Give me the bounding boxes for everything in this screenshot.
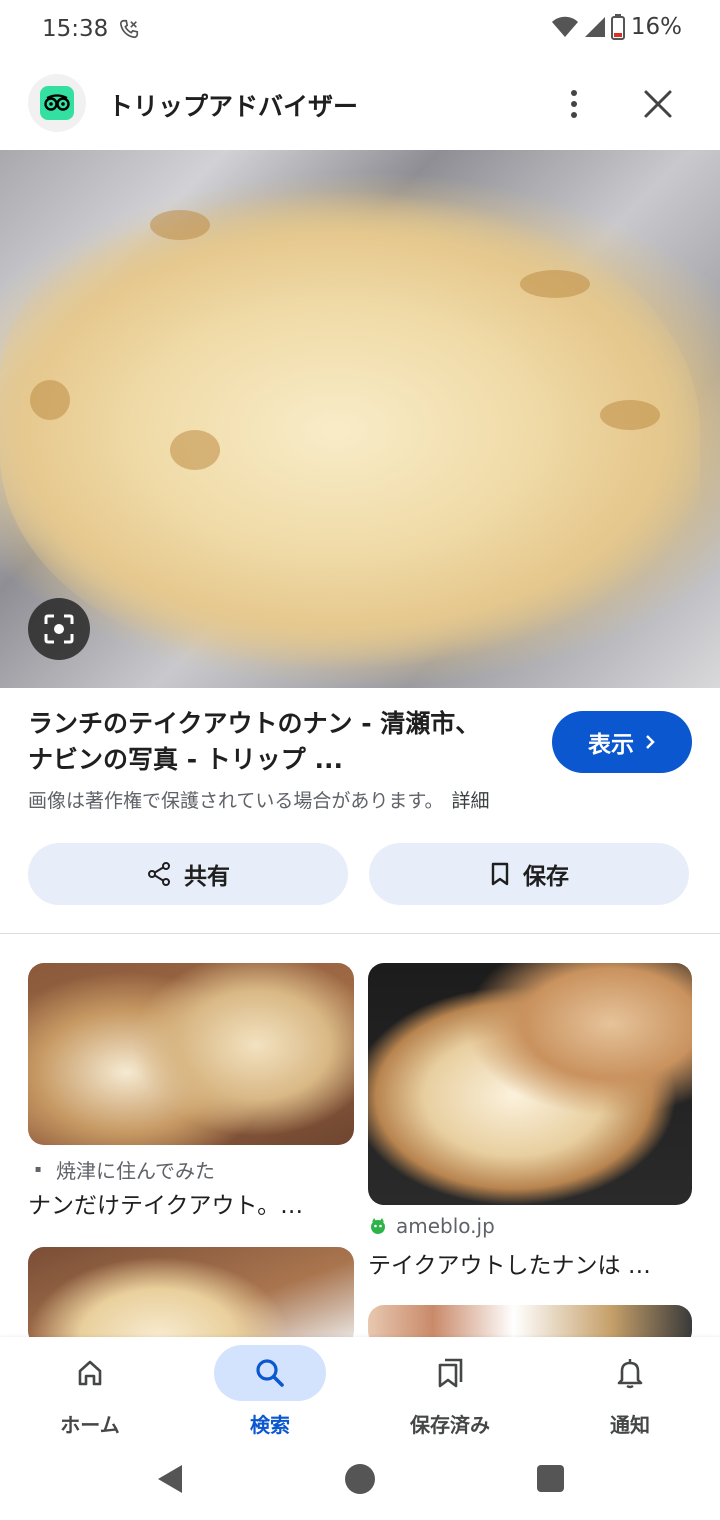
nav-home[interactable]: ホーム	[0, 1337, 180, 1447]
visit-button[interactable]: 表示	[552, 711, 692, 773]
save-label: 保存	[523, 864, 569, 890]
nav-home-label: ホーム	[60, 1413, 120, 1437]
related-caption-1[interactable]: ナンだけテイクアウト。…	[28, 1186, 354, 1220]
naan-photo	[0, 190, 700, 670]
related-image-1[interactable]	[28, 963, 354, 1145]
wifi-icon	[551, 16, 578, 37]
signal-icon	[584, 17, 605, 37]
call-forward-icon	[119, 19, 139, 39]
battery-low-icon	[610, 14, 625, 40]
related-source-1[interactable]: ▪ 焼津に住んでみた	[28, 1155, 215, 1184]
copyright-note: 画像は著作権で保護されている場合があります。 詳細	[28, 786, 490, 813]
divider	[0, 933, 720, 934]
back-icon[interactable]	[156, 1463, 184, 1495]
main-image[interactable]	[0, 150, 720, 688]
source-site-title[interactable]: トリップアドバイザー	[108, 87, 358, 123]
nav-saved-label: 保存済み	[410, 1413, 490, 1437]
details-link[interactable]: 詳細	[452, 790, 490, 812]
ameblo-favicon-icon	[371, 1218, 385, 1234]
viewer-header: トリップアドバイザー	[0, 70, 720, 140]
bookmark-icon	[491, 862, 509, 886]
related-caption-2[interactable]: テイクアウトしたナンは …	[368, 1246, 692, 1280]
bell-icon	[617, 1359, 643, 1389]
recents-square-icon[interactable]	[537, 1465, 564, 1492]
saved-collections-icon	[438, 1358, 463, 1388]
nav-notifications-label: 通知	[610, 1413, 650, 1437]
nav-search-label: 検索	[250, 1413, 290, 1437]
related-source-name: 焼津に住んでみた	[56, 1159, 215, 1183]
battery-percent: 16%	[630, 14, 682, 40]
related-image-2[interactable]	[368, 963, 692, 1205]
image-title: ランチのテイクアウトのナン - 清瀬市、ナビンの写真 - トリップ ...	[28, 709, 481, 774]
nav-saved[interactable]: 保存済み	[360, 1337, 540, 1447]
share-icon	[148, 862, 170, 886]
related-source-2[interactable]: ameblo.jp	[368, 1214, 495, 1238]
status-time: 15:38	[42, 16, 109, 42]
close-icon[interactable]	[638, 82, 678, 126]
chevron-right-icon	[646, 735, 655, 749]
tripadvisor-logo-icon[interactable]	[28, 74, 86, 132]
bottom-nav: ホーム 検索 保存済み 通知	[0, 1337, 720, 1447]
site-favicon-icon: ▪	[34, 1164, 42, 1175]
related-source-name: ameblo.jp	[396, 1214, 495, 1238]
nav-notifications[interactable]: 通知	[540, 1337, 720, 1447]
share-label: 共有	[184, 864, 230, 890]
share-button[interactable]: 共有	[28, 843, 348, 905]
home-icon	[78, 1360, 102, 1386]
more-vert-icon[interactable]	[556, 84, 592, 124]
home-circle-icon[interactable]	[345, 1464, 375, 1494]
lens-search-button[interactable]	[28, 598, 90, 660]
lens-icon	[44, 614, 74, 644]
nav-search[interactable]: 検索	[180, 1337, 360, 1447]
search-icon	[256, 1359, 284, 1387]
related-image-3[interactable]	[28, 1247, 354, 1347]
visit-label: 表示	[588, 732, 634, 758]
system-nav-bar	[0, 1447, 720, 1520]
status-bar: 15:38 16%	[0, 0, 720, 60]
save-button[interactable]: 保存	[369, 843, 689, 905]
copyright-text: 画像は著作権で保護されている場合があります。	[28, 790, 444, 812]
status-icons: 16%	[551, 14, 682, 40]
